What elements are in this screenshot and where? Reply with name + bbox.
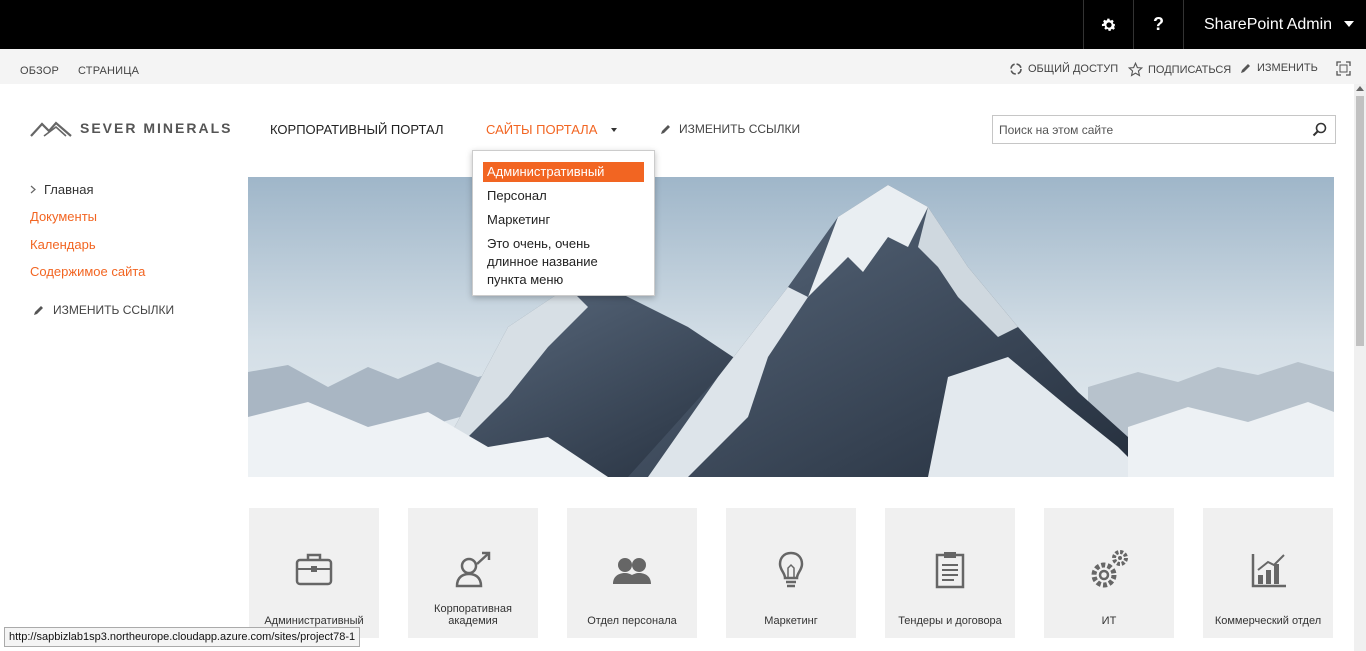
tile-it[interactable]: ИТ [1044,508,1174,638]
person-growth-icon [455,551,491,588]
leftnav-edit-label: ИЗМЕНИТЬ ССЫЛКИ [53,303,175,317]
tab-page[interactable]: СТРАНИЦА [78,65,139,77]
briefcase-icon [295,553,333,586]
tile-marketing[interactable]: Маркетинг [726,508,856,638]
share-button[interactable]: ОБЩИЙ ДОСТУП [1009,62,1118,76]
settings-button[interactable] [1083,0,1133,49]
help-button[interactable]: ? [1133,0,1183,49]
site-logo[interactable]: SEVER MINERALS [30,118,232,138]
user-menu[interactable]: SharePoint Admin [1183,0,1366,49]
tile-label: Отдел персонала [587,615,677,627]
leftnav-item-calendar[interactable]: Календарь [30,237,96,252]
mountain-logo-icon [30,121,72,137]
chevron-right-icon [30,185,36,194]
site-search [992,115,1336,144]
tile-academy[interactable]: Корпоративная академия [408,508,538,638]
vertical-scrollbar[interactable] [1354,84,1366,651]
tile-administrative[interactable]: Административный [249,508,379,638]
user-name: SharePoint Admin [1204,15,1333,33]
leftnav-edit-links[interactable]: ИЗМЕНИТЬ ССЫЛКИ [33,303,174,317]
edit-label: ИЗМЕНИТЬ [1257,62,1318,74]
tile-label: Административный [264,615,364,627]
follow-button[interactable]: ПОДПИСАТЬСЯ [1128,62,1231,77]
suite-bar: ? SharePoint Admin [0,0,1366,49]
share-icon [1010,63,1022,75]
people-icon [613,558,651,584]
topnav-corporate-portal[interactable]: КОРПОРАТИВНЫЙ ПОРТАЛ [270,122,443,137]
help-icon: ? [1153,14,1164,34]
edit-page-button[interactable]: ИЗМЕНИТЬ [1240,62,1318,74]
dropdown-item-long-name[interactable]: Это очень, очень длинное название пункта… [483,234,644,290]
tab-browse[interactable]: ОБЗОР [20,65,59,77]
dropdown-item-personnel[interactable]: Персонал [483,186,644,206]
fullscreen-icon [1336,61,1351,76]
leftnav-item-site-contents[interactable]: Содержимое сайта [30,264,145,279]
leftnav-item-documents[interactable]: Документы [30,209,97,224]
gears-icon [1091,550,1128,588]
bar-chart-icon [1251,554,1286,588]
scroll-up-icon[interactable] [1356,86,1364,91]
topnav-edit-links[interactable]: ИЗМЕНИТЬ ССЫЛКИ [660,122,800,136]
tile-label: Коммерческий отдел [1214,615,1322,627]
tile-label: ИТ [1101,615,1117,627]
pencil-icon [1241,64,1250,73]
tile-tenders[interactable]: Тендеры и договора [885,508,1015,638]
dropdown-item-marketing[interactable]: Маркетинг [483,210,644,230]
share-label: ОБЩИЙ ДОСТУП [1028,63,1119,75]
ribbon: ОБЗОР СТРАНИЦА ОБЩИЙ ДОСТУП ПОДПИСАТЬСЯ … [0,49,1366,84]
tile-label: Маркетинг [764,615,818,627]
star-icon [1128,62,1143,77]
portal-sites-dropdown: Административный Персонал Маркетинг Это … [472,150,655,296]
chevron-down-icon[interactable] [611,128,617,132]
focus-mode-button[interactable] [1336,61,1351,76]
scrollbar-thumb[interactable] [1356,96,1364,346]
topnav-portal-sites[interactable]: САЙТЫ ПОРТАЛА [486,122,597,137]
tile-label: Тендеры и договора [898,615,1002,627]
gear-icon [1101,18,1116,31]
search-input[interactable] [993,116,1293,143]
follow-label: ПОДПИСАТЬСЯ [1148,63,1232,76]
leftnav-item-home[interactable]: Главная [30,182,93,197]
clipboard-icon [935,552,965,589]
lightbulb-icon [778,551,804,588]
tile-commercial[interactable]: Коммерческий отдел [1203,508,1333,638]
leftnav-home-label: Главная [44,182,94,197]
tile-hr[interactable]: Отдел персонала [567,508,697,638]
pencil-icon [661,125,670,134]
hero-mountain-image [248,177,1334,477]
dropdown-item-administrative[interactable]: Административный [483,162,644,182]
logo-text: SEVER MINERALS [80,120,233,136]
tile-label: Корпоративная академия [434,603,512,627]
edit-links-label: ИЗМЕНИТЬ ССЫЛКИ [679,122,801,136]
status-bar-url: http://sapbizlab1sp3.northeurope.cloudap… [4,627,361,647]
chevron-down-icon [1344,21,1354,27]
pencil-icon [34,306,43,315]
search-icon[interactable] [1312,122,1327,137]
